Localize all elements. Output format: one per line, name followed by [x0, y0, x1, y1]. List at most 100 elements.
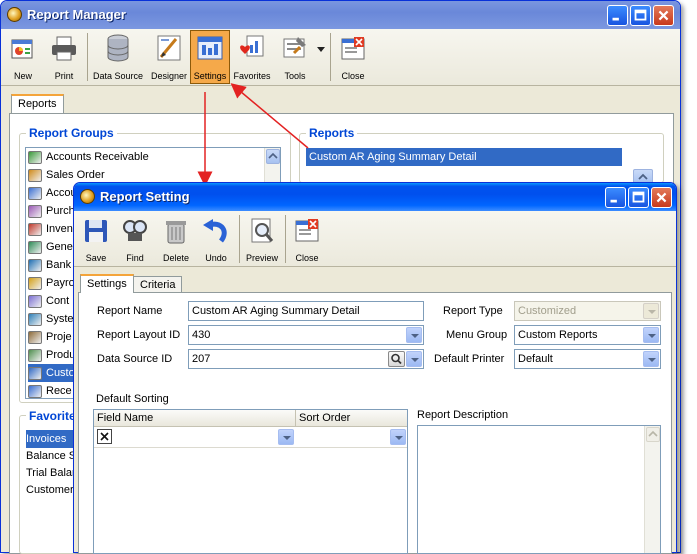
data-source-lookup-button[interactable]: [388, 351, 405, 367]
toolbar-separator: [285, 215, 286, 263]
close-window-button[interactable]: [651, 187, 672, 208]
favorites-button[interactable]: Favorites: [231, 31, 273, 83]
tools-dropdown-icon[interactable]: [317, 47, 325, 53]
field-name-column-header[interactable]: Field Name: [94, 410, 296, 427]
tab-criteria[interactable]: Criteria: [133, 276, 183, 293]
report-name-input[interactable]: Custom AR Aging Summary Detail: [188, 301, 424, 321]
tab-reports-label: Reports: [18, 98, 57, 110]
minimize-icon: [612, 17, 619, 21]
chevron-down-icon[interactable]: [643, 327, 659, 343]
favorites-icon: [240, 35, 264, 57]
report-type-select: Customized: [514, 301, 661, 321]
chevron-down-icon[interactable]: [390, 429, 406, 445]
grid-row[interactable]: [94, 427, 407, 448]
report-group-label: Cont: [46, 295, 70, 307]
maximize-button[interactable]: [630, 5, 651, 26]
favorite-item[interactable]: Trial Balan: [26, 464, 78, 482]
close-window-button[interactable]: [653, 5, 674, 26]
tab-settings[interactable]: Settings: [80, 274, 134, 293]
report-group-icon: [28, 276, 42, 290]
close-report-button[interactable]: Close: [334, 31, 372, 83]
chevron-down-icon[interactable]: [406, 327, 422, 343]
report-group-icon: [28, 312, 42, 326]
report-description-textarea[interactable]: [417, 425, 661, 554]
arrow-up-icon: [648, 430, 658, 437]
sort-order-column-header[interactable]: Sort Order: [296, 410, 407, 427]
report-name-value: Custom AR Aging Summary Detail: [192, 305, 360, 317]
maximize-button[interactable]: [628, 187, 649, 208]
report-group-icon: [28, 186, 42, 200]
report-group-label: Gene: [46, 241, 73, 253]
minimize-button[interactable]: [605, 187, 626, 208]
favorite-item-label: Customer: [26, 484, 74, 496]
print-label: Print: [54, 71, 74, 81]
report-group-icon: [28, 222, 42, 236]
print-button[interactable]: Print: [45, 31, 83, 83]
reports-title: Reports: [306, 126, 358, 140]
favorite-item[interactable]: Balance S: [26, 447, 76, 465]
find-button[interactable]: Find: [116, 213, 154, 265]
tools-button[interactable]: Tools: [277, 31, 325, 83]
magnifier-icon: [391, 353, 402, 365]
default-printer-select[interactable]: Default: [514, 349, 661, 369]
report-group-label: Payro: [46, 277, 75, 289]
undo-button[interactable]: Undo: [198, 213, 234, 265]
description-scrollbar[interactable]: [644, 426, 660, 553]
preview-button[interactable]: Preview: [242, 213, 282, 265]
minimize-button[interactable]: [607, 5, 628, 26]
close-x-icon: [656, 192, 667, 203]
report-group-icon: [28, 348, 42, 362]
favorite-item-label: Trial Balan: [26, 467, 79, 479]
report-group-label: Proje: [46, 331, 72, 343]
main-title-bar[interactable]: Report Manager: [1, 1, 680, 29]
chevron-down-icon[interactable]: [406, 351, 422, 367]
default-printer-value: Default: [518, 353, 553, 365]
app-icon: [80, 189, 95, 204]
settings-button[interactable]: Settings: [190, 30, 230, 84]
maximize-icon: [634, 9, 647, 21]
save-button[interactable]: Save: [78, 213, 114, 265]
report-group-label: Bank: [46, 259, 72, 271]
report-list-item[interactable]: Custom AR Aging Summary Detail: [306, 148, 622, 166]
chevron-down-icon: [643, 303, 659, 319]
data-source-id-select[interactable]: 207: [188, 349, 424, 369]
report-group-label: Sales Order: [46, 169, 105, 181]
data-source-button[interactable]: Data Source: [90, 31, 146, 83]
reports-list[interactable]: Custom AR Aging Summary Detail: [305, 147, 623, 187]
favorite-item[interactable]: Customer: [26, 481, 74, 499]
scroll-up-button[interactable]: [266, 149, 280, 164]
main-toolbar: New Print Data Source Designer Settings: [1, 29, 680, 86]
delete-button[interactable]: Delete: [156, 213, 196, 265]
chevron-down-icon[interactable]: [643, 351, 659, 367]
settings-label: Settings: [193, 71, 227, 81]
report-list-item-label: Custom AR Aging Summary Detail: [309, 151, 477, 163]
field-name-cell[interactable]: [115, 427, 296, 447]
new-button[interactable]: New: [5, 31, 41, 83]
tools-icon: [283, 37, 307, 58]
report-group-item[interactable]: Accounts Receivable: [28, 148, 266, 166]
report-group-label: Syste: [46, 313, 74, 325]
tab-reports[interactable]: Reports: [11, 94, 64, 114]
minimize-icon: [610, 199, 617, 203]
new-report-icon: [11, 39, 33, 59]
designer-button[interactable]: Designer: [148, 31, 190, 83]
chevron-down-icon[interactable]: [278, 429, 294, 445]
report-group-icon: [28, 204, 42, 218]
setting-title-bar[interactable]: Report Setting: [74, 183, 676, 211]
menu-group-label: Menu Group: [446, 329, 508, 341]
menu-group-select[interactable]: Custom Reports: [514, 325, 661, 345]
toolbar-separator: [87, 33, 88, 81]
delete-row-button[interactable]: [97, 429, 112, 444]
undo-label: Undo: [205, 253, 227, 263]
close-setting-button[interactable]: Close: [288, 213, 326, 265]
menu-group-value: Custom Reports: [518, 329, 598, 341]
save-icon: [85, 220, 107, 242]
report-group-icon: [28, 384, 42, 398]
layout-id-label: Report Layout ID: [97, 329, 181, 341]
report-group-icon: [28, 330, 42, 344]
layout-id-select[interactable]: 430: [188, 325, 424, 345]
report-type-value: Customized: [518, 305, 577, 317]
default-sorting-grid[interactable]: Field Name Sort Order: [93, 409, 408, 554]
scroll-up-button[interactable]: [646, 427, 660, 442]
sort-order-cell[interactable]: [297, 427, 407, 447]
